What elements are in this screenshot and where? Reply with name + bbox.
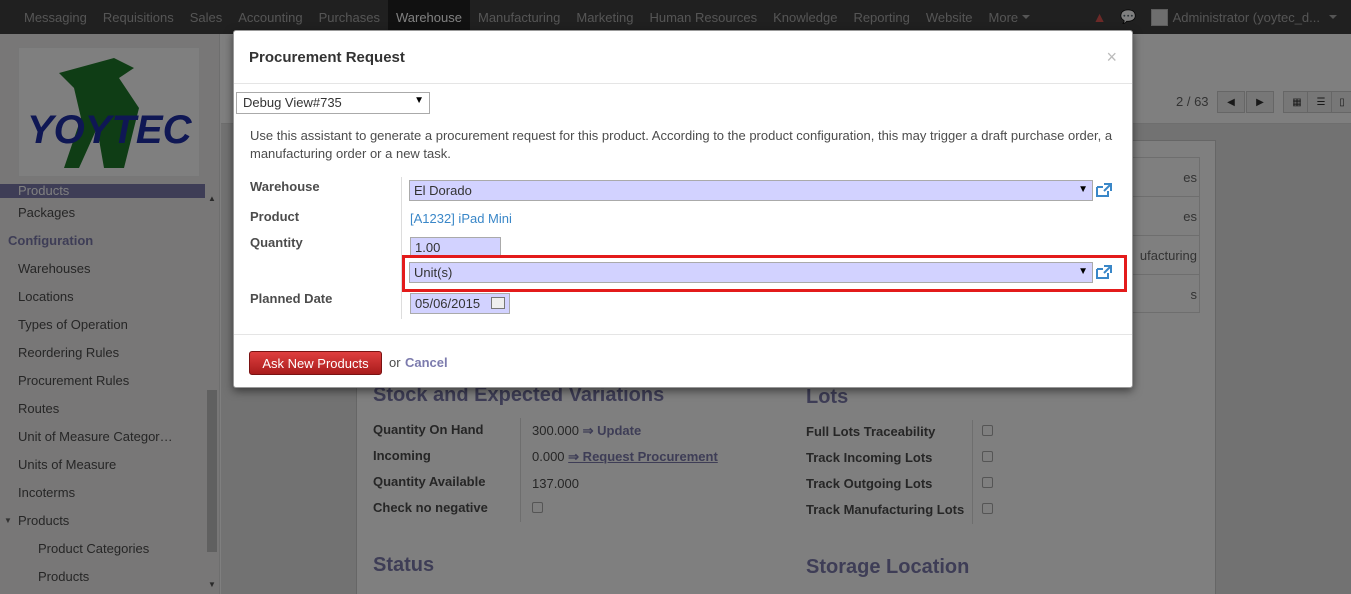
modal-title: Procurement Request bbox=[249, 48, 405, 66]
warehouse-select[interactable]: El Dorado ▼ bbox=[409, 180, 1093, 201]
debug-view-value: Debug View#735 bbox=[243, 95, 342, 110]
planned-date-label: Planned Date bbox=[250, 291, 333, 306]
calendar-icon[interactable] bbox=[491, 297, 505, 309]
planned-date-value: 05/06/2015 bbox=[415, 296, 481, 311]
dropdown-arrow-icon: ▼ bbox=[1078, 266, 1088, 277]
dropdown-arrow-icon: ▼ bbox=[414, 95, 424, 106]
help-text: Use this assistant to generate a procure… bbox=[250, 128, 1113, 161]
field-divider bbox=[401, 177, 402, 319]
modal-header: Procurement Request bbox=[234, 31, 1132, 84]
debug-view-select[interactable]: Debug View#735 ▼ bbox=[236, 92, 430, 114]
warehouse-value: El Dorado bbox=[414, 183, 472, 198]
uom-value: Unit(s) bbox=[414, 265, 453, 280]
dropdown-arrow-icon: ▼ bbox=[1078, 184, 1088, 195]
close-icon[interactable]: × bbox=[1106, 47, 1117, 68]
product-link[interactable]: [A1232] iPad Mini bbox=[410, 211, 512, 226]
quantity-label: Quantity bbox=[250, 235, 303, 250]
planned-date-input[interactable]: 05/06/2015 bbox=[410, 293, 510, 314]
warehouse-label: Warehouse bbox=[250, 179, 320, 194]
external-link-icon[interactable] bbox=[1096, 183, 1112, 197]
procurement-request-dialog: Procurement Request × Debug View#735 ▼ U… bbox=[233, 30, 1133, 388]
uom-select[interactable]: Unit(s) ▼ bbox=[409, 262, 1093, 283]
cancel-link[interactable]: Cancel bbox=[405, 355, 448, 370]
external-link-icon[interactable] bbox=[1096, 265, 1112, 279]
ask-new-products-button[interactable]: Ask New Products bbox=[249, 351, 382, 375]
or-text: or bbox=[389, 355, 401, 370]
product-label: Product bbox=[250, 209, 300, 224]
quantity-input[interactable]: 1.00 bbox=[410, 237, 501, 256]
modal-footer: Ask New Products or Cancel bbox=[234, 334, 1132, 388]
